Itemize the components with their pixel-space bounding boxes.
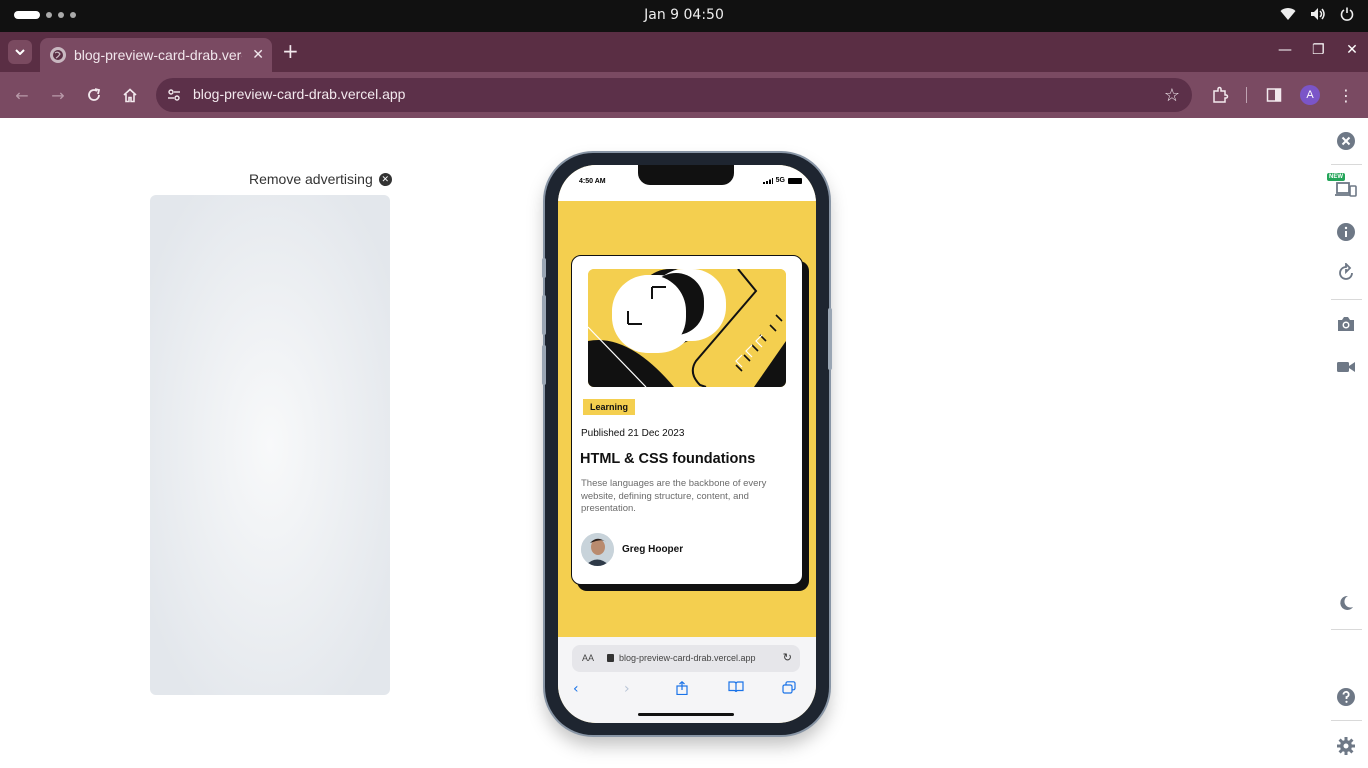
phone-volume-up bbox=[542, 295, 546, 335]
card-description: These languages are the backbone of ever… bbox=[581, 478, 767, 514]
cellular-signal-icon bbox=[762, 177, 773, 184]
rotate-icon[interactable] bbox=[1335, 262, 1357, 284]
sidebar-divider bbox=[1331, 629, 1362, 630]
phone-signal-area: 5G bbox=[762, 177, 802, 184]
safari-bottom-bar: AA blog-preview-card-drab.vercel.app ↻ ‹… bbox=[558, 637, 816, 723]
os-top-bar: Jan 9 04:50 bbox=[0, 0, 1368, 32]
toolbar-divider bbox=[1246, 87, 1247, 103]
safari-reload-icon[interactable]: ↻ bbox=[783, 651, 792, 664]
power-icon bbox=[1340, 7, 1354, 21]
blog-preview-card[interactable]: Learning Published 21 Dec 2023 HTML & CS… bbox=[571, 255, 803, 585]
extensions-icon[interactable] bbox=[1210, 85, 1230, 105]
profile-avatar[interactable]: A bbox=[1300, 85, 1320, 105]
tab-active[interactable]: blog-preview-card-drab.vercel.app ✕ bbox=[40, 38, 272, 72]
volume-icon bbox=[1311, 8, 1325, 20]
info-icon[interactable] bbox=[1335, 221, 1357, 243]
card-title[interactable]: HTML & CSS foundations bbox=[580, 451, 755, 467]
author-avatar bbox=[581, 533, 614, 566]
home-indicator bbox=[638, 713, 734, 716]
bookmarks-book-icon[interactable] bbox=[728, 681, 744, 697]
bookmark-star-icon[interactable]: ☆ bbox=[1164, 85, 1180, 106]
tab-strip: blog-preview-card-drab.vercel.app ✕ + — … bbox=[0, 32, 1368, 72]
safari-back-icon[interactable]: ‹ bbox=[573, 681, 579, 697]
battery-icon bbox=[788, 177, 802, 184]
chevron-down-icon bbox=[15, 49, 25, 55]
card-illustration bbox=[588, 269, 786, 387]
camera-icon[interactable] bbox=[1335, 313, 1357, 335]
phone-volume-down bbox=[542, 345, 546, 385]
sidebar-divider bbox=[1331, 299, 1362, 300]
phone-status-time: 4:50 AM bbox=[579, 178, 606, 185]
safari-nav-bar: ‹ › bbox=[558, 681, 816, 703]
phone-screen: 4:50 AM 5G Learning Published 21 Dec 202… bbox=[558, 165, 816, 723]
responsive-viewer-sidebar: NEW bbox=[1325, 118, 1368, 768]
browser-toolbar: ← → blog-preview-card-drab.vercel.app ☆ … bbox=[0, 72, 1368, 118]
share-icon[interactable] bbox=[676, 681, 688, 699]
category-tag: Learning bbox=[583, 399, 636, 415]
video-camera-icon[interactable] bbox=[1335, 356, 1357, 378]
safari-reader-button[interactable]: AA bbox=[582, 653, 594, 663]
window-controls: — ❐ ✕ bbox=[1278, 42, 1358, 58]
url-text[interactable]: blog-preview-card-drab.vercel.app bbox=[193, 86, 405, 102]
safari-url-text: blog-preview-card-drab.vercel.app bbox=[619, 653, 756, 663]
tab-search-button[interactable] bbox=[8, 40, 32, 64]
close-window-icon[interactable]: ✕ bbox=[1346, 42, 1358, 58]
phone-frame: 4:50 AM 5G Learning Published 21 Dec 202… bbox=[542, 153, 832, 735]
phone-notch bbox=[638, 165, 734, 185]
close-circle-icon: ✕ bbox=[378, 172, 392, 186]
remove-advertising-label: Remove advertising bbox=[249, 171, 373, 187]
help-icon[interactable] bbox=[1335, 686, 1357, 708]
ad-placeholder bbox=[150, 195, 390, 695]
new-tab-button[interactable]: + bbox=[282, 40, 299, 62]
side-panel-icon[interactable] bbox=[1264, 85, 1284, 105]
address-bar[interactable]: blog-preview-card-drab.vercel.app ☆ bbox=[156, 78, 1192, 112]
tab-title: blog-preview-card-drab.vercel.app bbox=[74, 47, 242, 63]
dark-mode-moon-icon[interactable] bbox=[1335, 592, 1357, 614]
close-circle-icon[interactable] bbox=[1335, 130, 1357, 152]
tab-close-icon[interactable]: ✕ bbox=[252, 47, 264, 63]
reload-icon[interactable] bbox=[84, 85, 104, 105]
back-arrow-icon[interactable]: ← bbox=[12, 85, 32, 105]
publish-date: Published 21 Dec 2023 bbox=[581, 428, 685, 439]
more-menu-icon[interactable]: ⋮ bbox=[1336, 85, 1356, 105]
sidebar-divider bbox=[1331, 164, 1362, 165]
devices-icon[interactable] bbox=[1335, 178, 1357, 200]
phone-power-button bbox=[828, 308, 832, 370]
safari-forward-icon[interactable]: › bbox=[624, 681, 630, 697]
author-name: Greg Hooper bbox=[622, 544, 684, 555]
wifi-icon bbox=[1280, 8, 1296, 20]
globe-icon bbox=[50, 47, 66, 63]
maximize-icon[interactable]: ❐ bbox=[1312, 42, 1325, 58]
forward-arrow-icon[interactable]: → bbox=[48, 85, 68, 105]
site-settings-icon[interactable] bbox=[166, 87, 182, 103]
system-status-area[interactable] bbox=[1280, 7, 1354, 21]
phone-status-bar: 4:50 AM 5G bbox=[558, 165, 816, 201]
phone-mute-button bbox=[542, 258, 546, 278]
tabs-icon[interactable] bbox=[782, 681, 796, 698]
home-icon[interactable] bbox=[120, 85, 140, 105]
gear-icon[interactable] bbox=[1335, 735, 1357, 757]
sidebar-divider bbox=[1331, 720, 1362, 721]
minimize-icon[interactable]: — bbox=[1278, 42, 1292, 58]
safari-address-bar[interactable]: AA blog-preview-card-drab.vercel.app ↻ bbox=[572, 645, 800, 672]
os-clock[interactable]: Jan 9 04:50 bbox=[0, 7, 1368, 23]
remove-advertising-link[interactable]: Remove advertising ✕ bbox=[249, 171, 392, 187]
lock-icon bbox=[607, 654, 614, 662]
network-type: 5G bbox=[775, 177, 785, 184]
